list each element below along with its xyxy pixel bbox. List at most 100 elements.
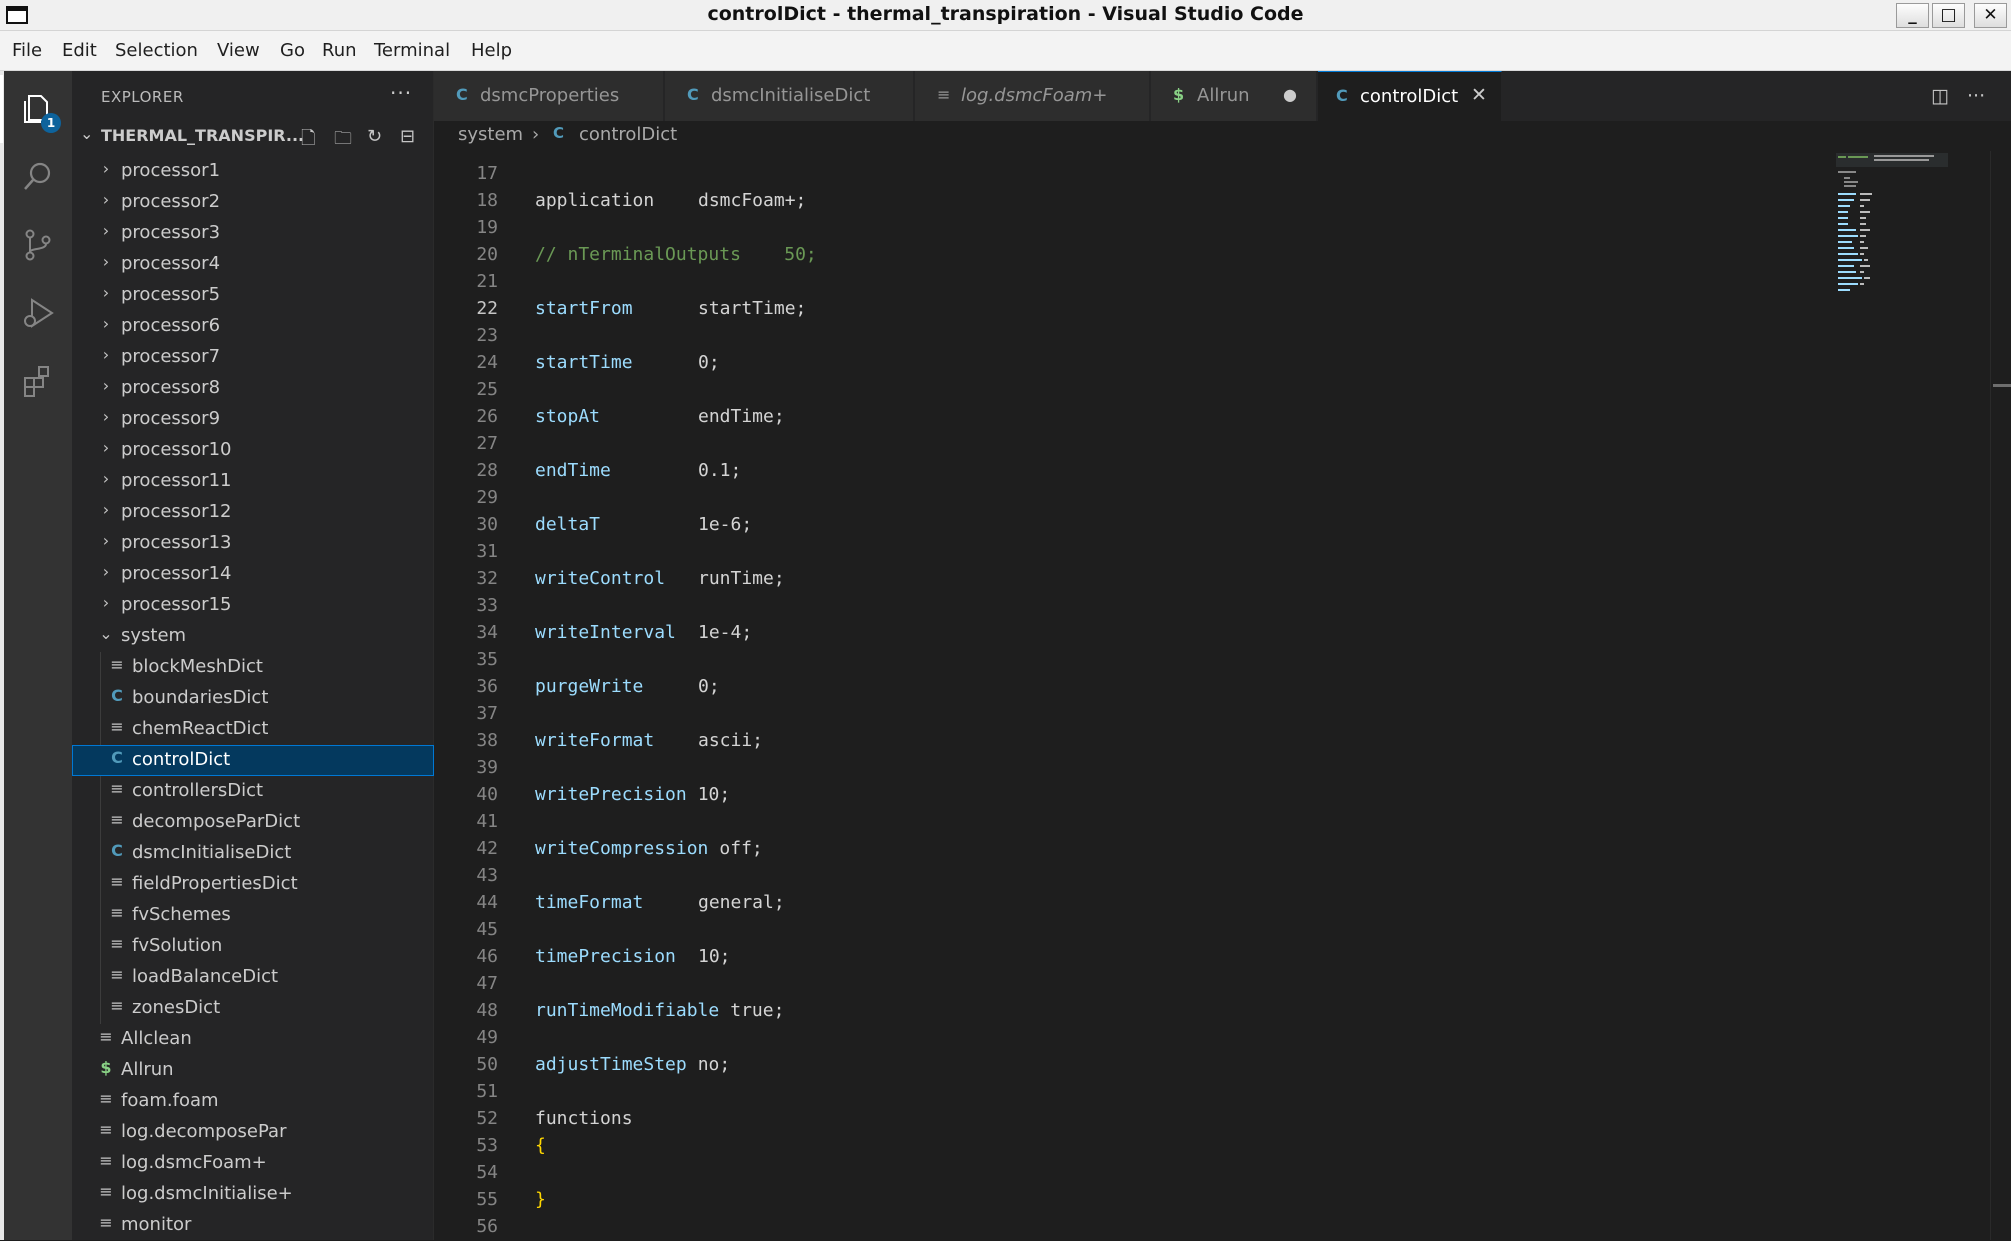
tree-file-log-dsmcInitialise[interactable]: ≡ log.dsmcInitialise+	[72, 1179, 434, 1210]
tree-folder-processor13[interactable]: › processor13	[72, 528, 434, 559]
vertical-scrollbar[interactable]	[1990, 151, 2011, 1240]
tab-log-dsmcFoam[interactable]: ≡ log.dsmcFoam+	[915, 71, 1150, 121]
code-line[interactable]: application dsmcFoam+;	[535, 190, 806, 211]
editor-more-actions-icon[interactable]: ···	[1967, 85, 1985, 107]
tree-folder-processor11[interactable]: › processor11	[72, 466, 434, 497]
menu-terminal[interactable]: Terminal	[374, 31, 450, 71]
activity-extensions[interactable]	[4, 347, 72, 415]
close-button[interactable]: ✕	[1974, 3, 2007, 28]
code-line[interactable]: writePrecision 10;	[535, 784, 730, 805]
line-number: 33	[476, 595, 498, 616]
tree-folder-processor1[interactable]: › processor1	[72, 156, 434, 187]
menu-help[interactable]: Help	[471, 31, 512, 71]
code-key: startTime	[535, 352, 633, 373]
tree-file-fieldPropertiesDict[interactable]: ≡ fieldPropertiesDict	[72, 869, 434, 900]
tab-dsmcInitialiseDict[interactable]: C dsmcInitialiseDict	[665, 71, 914, 121]
tree-label: processor15	[121, 594, 232, 615]
tree-folder-processor9[interactable]: › processor9	[72, 404, 434, 435]
tree-file-boundariesDict[interactable]: CboundariesDict	[72, 683, 434, 714]
new-folder-icon[interactable]: 🗀	[334, 126, 352, 156]
code-line[interactable]: deltaT 1e-6;	[535, 514, 752, 535]
unsaved-dot-icon[interactable]: ●	[1283, 85, 1297, 104]
code-line[interactable]: timePrecision 10;	[535, 946, 731, 967]
new-file-icon[interactable]: 🗋	[301, 126, 315, 156]
minimize-button[interactable]: _	[1896, 3, 1929, 28]
tree-label: Allrun	[121, 1059, 174, 1080]
tree-label: dsmcInitialiseDict	[132, 842, 292, 863]
breadcrumb-file[interactable]: controlDict	[579, 124, 677, 145]
refresh-icon[interactable]: ↻	[367, 126, 382, 147]
tree-folder-processor3[interactable]: › processor3	[72, 218, 434, 249]
code-line[interactable]: // nTerminalOutputs 50;	[535, 244, 817, 265]
tree-file-decomposeParDict[interactable]: ≡ decomposeParDict	[72, 807, 434, 838]
tree-file-Allclean[interactable]: ≡ Allclean	[72, 1024, 434, 1055]
code-line[interactable]: }	[535, 1189, 546, 1210]
tree-file-zonesDict[interactable]: ≡ zonesDict	[72, 993, 434, 1024]
minimap[interactable]	[1834, 151, 1984, 1240]
code-line[interactable]: writeCompression off;	[535, 838, 763, 859]
tab-controlDict[interactable]: C controlDict ✕	[1318, 71, 1502, 121]
tree-folder-processor12[interactable]: › processor12	[72, 497, 434, 528]
tree-folder-processor5[interactable]: › processor5	[72, 280, 434, 311]
tree-folder-processor15[interactable]: › processor15	[72, 590, 434, 621]
workspace-folder-header[interactable]: ⌄ THERMAL_TRANSPIR... 🗋 🗀 ↻ ⊟	[72, 120, 434, 152]
tree-folder-processor10[interactable]: › processor10	[72, 435, 434, 466]
code-line[interactable]: purgeWrite 0;	[535, 676, 720, 697]
tree-folder-processor4[interactable]: › processor4	[72, 249, 434, 280]
code-line[interactable]: functions	[535, 1108, 633, 1129]
code-line[interactable]: endTime 0.1;	[535, 460, 741, 481]
activity-search[interactable]	[4, 143, 72, 211]
tree-folder-system[interactable]: ⌄ system	[72, 621, 434, 652]
chevron-right-icon: ›	[102, 159, 110, 178]
tree-file-monitor[interactable]: ≡ monitor	[72, 1210, 434, 1241]
code-line[interactable]: writeControl runTime;	[535, 568, 785, 589]
activity-run-debug[interactable]	[4, 279, 72, 347]
close-tab-icon[interactable]: ✕	[1471, 84, 1487, 106]
tree-file-fvSolution[interactable]: ≡ fvSolution	[72, 931, 434, 962]
menu-selection[interactable]: Selection	[115, 31, 198, 71]
collapse-all-icon[interactable]: ⊟	[400, 126, 415, 147]
code-line[interactable]: {	[535, 1135, 546, 1156]
tree-file-dsmcInitialiseDict[interactable]: CdsmcInitialiseDict	[72, 838, 434, 869]
activity-explorer[interactable]: 1	[0, 75, 68, 143]
tree-folder-processor14[interactable]: › processor14	[72, 559, 434, 590]
tree-folder-processor7[interactable]: › processor7	[72, 342, 434, 373]
tree-file-loadBalanceDict[interactable]: ≡ loadBalanceDict	[72, 962, 434, 993]
activity-source-control[interactable]	[4, 211, 72, 279]
code-line[interactable]: startFrom startTime;	[535, 298, 806, 319]
tree-label: fieldPropertiesDict	[132, 873, 298, 894]
shell-script-icon: $	[1173, 85, 1185, 104]
menu-view[interactable]: View	[217, 31, 260, 71]
split-editor-icon[interactable]: ◫	[1931, 85, 1949, 107]
tree-file-foam-foam[interactable]: ≡ foam.foam	[72, 1086, 434, 1117]
code-line[interactable]: runTimeModifiable true;	[535, 1000, 784, 1021]
tree-file-chemReactDict[interactable]: ≡ chemReactDict	[72, 714, 434, 745]
code-line[interactable]: stopAt endTime;	[535, 406, 785, 427]
code-line[interactable]: timeFormat general;	[535, 892, 785, 913]
menu-edit[interactable]: Edit	[62, 31, 97, 71]
tree-file-controlDict[interactable]: CcontrolDict	[72, 745, 434, 776]
lines-file-icon: ≡	[99, 1213, 113, 1232]
tree-file-controllersDict[interactable]: ≡ controllersDict	[72, 776, 434, 807]
explorer-more-actions[interactable]: ···	[390, 81, 412, 105]
breadcrumb-folder[interactable]: system	[458, 124, 523, 145]
code-editor[interactable]: 17 18 application dsmcFoam+; 19 20 // nTermina…	[434, 151, 1834, 1240]
tab-dsmcProperties[interactable]: C dsmcProperties	[434, 71, 664, 121]
tab-Allrun[interactable]: $ Allrun ●	[1151, 71, 1317, 121]
tree-folder-processor6[interactable]: › processor6	[72, 311, 434, 342]
menu-go[interactable]: Go	[280, 31, 305, 71]
tree-folder-processor2[interactable]: › processor2	[72, 187, 434, 218]
menu-file[interactable]: File	[12, 31, 42, 71]
maximize-button[interactable]: □	[1932, 3, 1965, 28]
code-line[interactable]: adjustTimeStep no;	[535, 1054, 730, 1075]
code-line[interactable]: writeFormat ascii;	[535, 730, 763, 751]
code-line[interactable]: startTime 0;	[535, 352, 720, 373]
code-line[interactable]: writeInterval 1e-4;	[535, 622, 752, 643]
tree-file-log-dsmcFoam[interactable]: ≡ log.dsmcFoam+	[72, 1148, 434, 1179]
tree-file-Allrun[interactable]: $ Allrun	[72, 1055, 434, 1086]
tree-file-log-decomposePar[interactable]: ≡ log.decomposePar	[72, 1117, 434, 1148]
tree-file-fvSchemes[interactable]: ≡ fvSchemes	[72, 900, 434, 931]
tree-folder-processor8[interactable]: › processor8	[72, 373, 434, 404]
tree-file-blockMeshDict[interactable]: ≡ blockMeshDict	[72, 652, 434, 683]
menu-run[interactable]: Run	[322, 31, 357, 71]
